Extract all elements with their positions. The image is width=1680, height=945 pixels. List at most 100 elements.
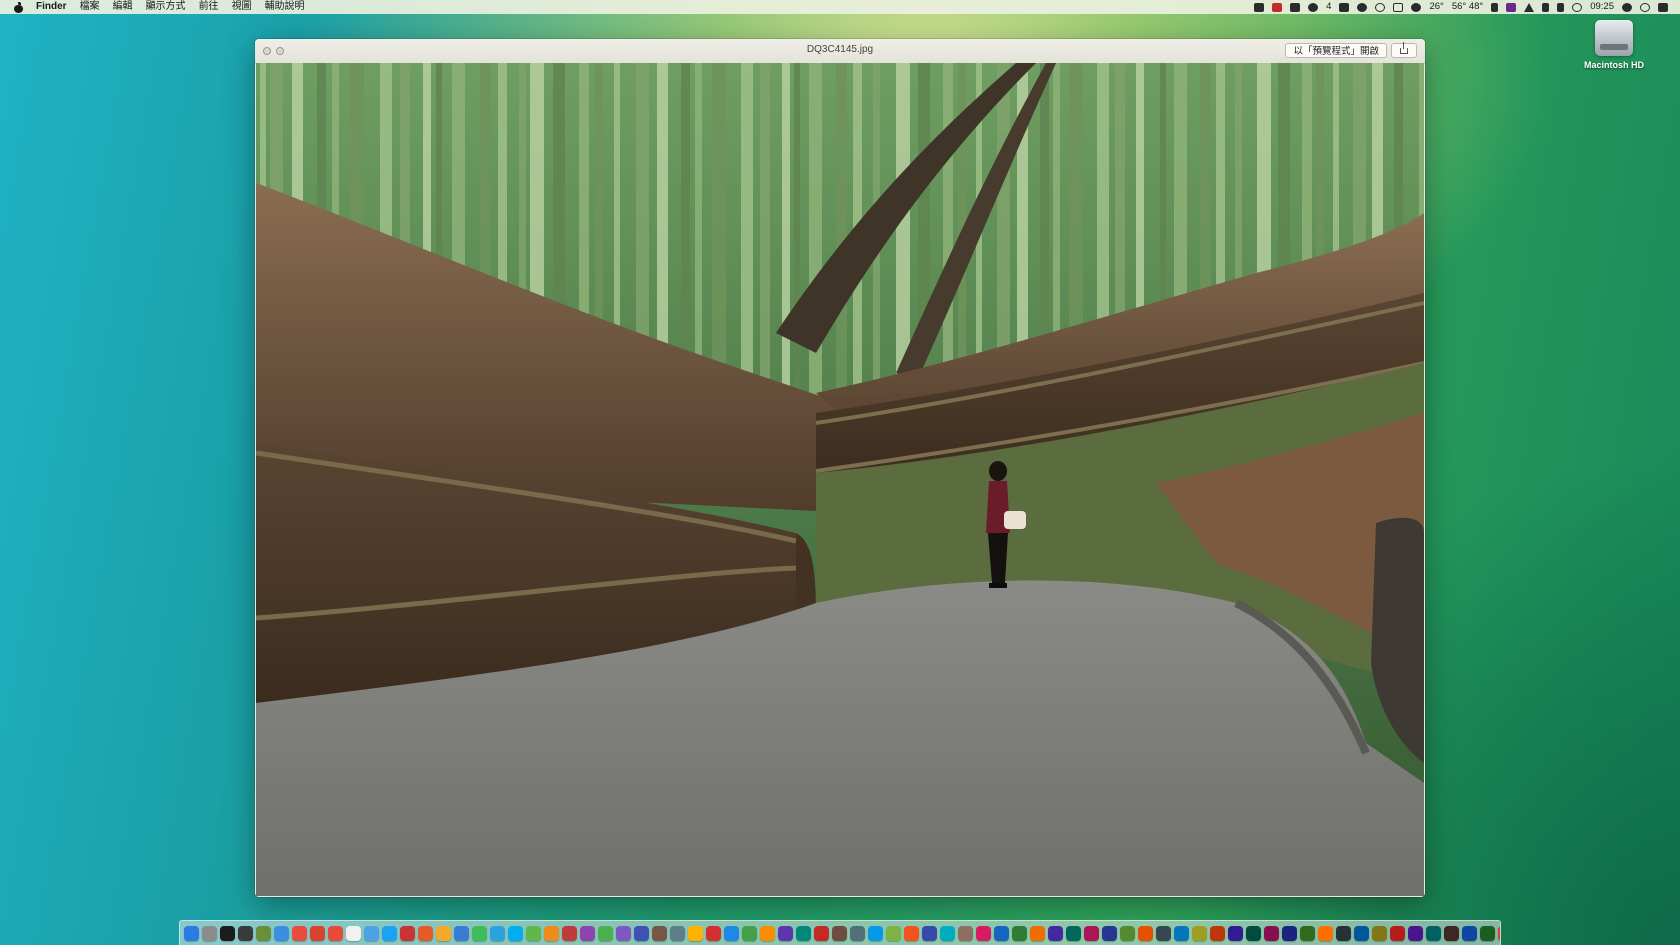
dock-app-icon[interactable] [814,925,829,941]
dock-app-icon[interactable] [1048,925,1063,941]
desktop-drive[interactable]: Macintosh HD [1570,20,1658,70]
spotlight-search-icon[interactable] [1640,2,1650,12]
dock-app-icon[interactable] [1084,925,1099,941]
dock-app-icon[interactable] [490,925,505,941]
dock-app-icon[interactable] [1174,925,1189,941]
menu-help[interactable]: 輔助說明 [265,0,305,14]
dock-app-icon[interactable] [742,925,757,941]
dock-app-icon[interactable] [238,925,253,941]
hard-drive-icon[interactable] [1595,20,1633,56]
dock-app-icon[interactable] [562,925,577,941]
open-with-preview-button[interactable]: 以「預覽程式」開啟 [1285,43,1387,58]
dock-app-icon[interactable] [706,925,721,941]
dock-app-icon[interactable] [526,925,541,941]
dock-app-icon[interactable] [958,925,973,941]
dock-app-icon[interactable] [724,925,739,941]
dock-app-icon[interactable] [328,925,343,941]
dock-app-icon[interactable] [1102,925,1117,941]
temperature-range[interactable]: 56° 48° [1452,0,1483,14]
dock-app-icon[interactable] [292,925,307,941]
dock-app-icon[interactable] [1120,925,1135,941]
dock-app-icon[interactable] [1210,925,1225,941]
dock-app-icon[interactable] [400,925,415,941]
app-status-icon[interactable] [1254,2,1265,12]
yahoo-icon[interactable] [1506,2,1517,12]
menu-edit[interactable]: 編輯 [113,0,133,14]
dock-app-icon[interactable] [274,925,289,941]
dock-app-icon[interactable] [1390,925,1405,941]
dock-app-icon[interactable] [634,925,649,941]
user-icon[interactable] [1622,2,1632,12]
apple-menu-icon[interactable] [14,1,23,13]
dock-app-icon[interactable] [940,925,955,941]
cloud-status-icon[interactable] [1375,2,1386,12]
dock-app-icon[interactable] [778,925,793,941]
notification-status-icon[interactable] [1308,2,1319,12]
dock-app-icon[interactable] [1408,925,1423,941]
share-button[interactable] [1391,42,1417,58]
weather-icon[interactable] [1411,2,1422,12]
dock-app-icon[interactable] [1138,925,1153,941]
dock-app-icon[interactable] [598,925,613,941]
dock-app-icon[interactable] [1300,925,1315,941]
dock-app-icon[interactable] [1480,925,1495,941]
menu-window[interactable]: 視圖 [232,0,252,14]
dock-app-icon[interactable] [1192,925,1207,941]
recording-status-icon[interactable] [1272,2,1283,12]
more-status-icon[interactable] [1491,2,1499,12]
bluetooth-icon[interactable] [1557,2,1565,12]
dock-app-icon[interactable] [1444,925,1459,941]
clock[interactable]: 09:25 [1590,0,1614,14]
dropbox-icon[interactable] [1339,2,1350,12]
dock-app-icon[interactable] [1282,925,1297,941]
camera-status-icon[interactable] [1290,2,1301,12]
menu-go[interactable]: 前往 [199,0,219,14]
menu-view[interactable]: 顯示方式 [146,0,186,14]
dock-app-icon[interactable] [1462,925,1477,941]
calendar-status-icon[interactable] [1393,2,1404,12]
dock-app-icon[interactable] [904,925,919,941]
dock-app-icon[interactable] [760,925,775,941]
window-titlebar[interactable]: DQ3C4145.jpg 以「預覽程式」開啟 [255,39,1425,64]
dock-app-icon[interactable] [256,925,271,941]
temperature[interactable]: 26° [1429,0,1443,14]
dock-app-icon[interactable] [202,925,217,941]
dock-app-icon[interactable] [868,925,883,941]
dock-app-icon[interactable] [508,925,523,941]
dock-app-icon[interactable] [976,925,991,941]
dock-app-icon[interactable] [580,925,595,941]
dock-app-icon[interactable] [472,925,487,941]
dock-app-icon[interactable] [994,925,1009,941]
dock-app-icon[interactable] [544,925,559,941]
dock-app-icon[interactable] [1264,925,1279,941]
dock-app-icon[interactable] [922,925,937,941]
sync-status-icon[interactable] [1357,2,1368,12]
dock-app-icon[interactable] [418,925,433,941]
dock-app-icon[interactable] [1246,925,1261,941]
volume-icon[interactable] [1542,2,1550,12]
dock-app-icon[interactable] [346,925,361,941]
dock-app-icon[interactable] [688,925,703,941]
dock-app-icon[interactable] [1228,925,1243,941]
dock-app-icon[interactable] [1372,925,1387,941]
dock-app-icon[interactable] [850,925,865,941]
dock-app-icon[interactable] [886,925,901,941]
dock-app-icon[interactable] [616,925,631,941]
dock-app-icon[interactable] [1030,925,1045,941]
dock-app-icon[interactable] [220,925,235,941]
menu-file[interactable]: 檔案 [80,0,100,14]
dock-app-icon[interactable] [382,925,397,941]
time-machine-icon[interactable] [1572,2,1583,12]
dock-app-icon[interactable] [1354,925,1369,941]
dock-app-icon[interactable] [1426,925,1441,941]
dock-app-icon[interactable] [184,925,199,941]
dock-app-icon[interactable] [832,925,847,941]
dock-app-icon[interactable] [364,925,379,941]
dock-app-icon[interactable] [1498,925,1500,941]
dock-app-icon[interactable] [1156,925,1171,941]
dock-app-icon[interactable] [1012,925,1027,941]
dock-app-icon[interactable] [310,925,325,941]
dock-app-icon[interactable] [436,925,451,941]
dock-app-icon[interactable] [1066,925,1081,941]
dock-app-icon[interactable] [670,925,685,941]
